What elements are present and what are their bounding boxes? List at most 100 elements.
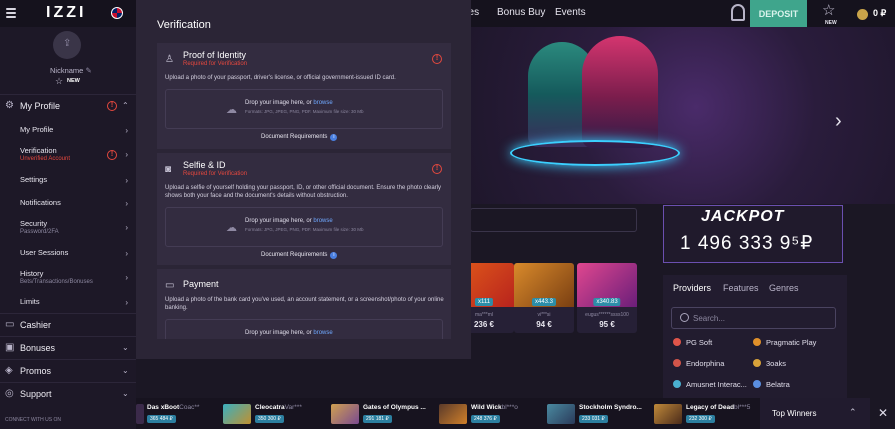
sidebar-item-limits[interactable]: Limits › [20,297,132,307]
wallet-icon: ▭ [5,319,15,330]
chevron-right-icon[interactable]: › [835,110,842,133]
winner-thumbnail [136,404,144,424]
drop-prompt: Drop your image here, or [245,330,314,336]
section-label: Cashier [20,320,52,330]
provider-item[interactable]: Amusnet Interac... [673,380,747,389]
jackpot-label: JACKPOT [701,208,785,225]
chevron-down-icon: ⌄ [122,389,129,398]
chevron-right-icon: › [125,273,128,282]
winner-user: Coac** [179,404,200,411]
provider-item[interactable]: Pragmatic Play [753,338,816,347]
credit-card-icon: ▭ [165,280,175,291]
game-search-input[interactable] [470,208,637,232]
tab-features[interactable]: Features [723,283,759,293]
avatar[interactable]: ⇪ [53,31,81,59]
winner-game-name: Cleocatra [255,404,285,411]
document-requirements-link[interactable]: Document Requirements i [261,134,338,141]
sidebar-section-cashier[interactable]: ▭ Cashier [0,314,136,336]
upload-dropzone[interactable]: ☁ Drop your image here, or browse [165,319,443,339]
provider-item[interactable]: Endorphina [673,359,724,368]
sidebar-item-notifications[interactable]: Notifications › [20,198,132,208]
sidebar-item-my-profile[interactable]: My Profile › [20,125,132,135]
camera-icon: ◙ [165,164,172,175]
language-flag-icon[interactable] [111,7,123,19]
nickname[interactable]: Nickname ✎ [50,66,92,75]
deposit-button[interactable]: DEPOSIT [750,0,807,27]
sidebar-item-security[interactable]: Security Password/2FA › [20,219,132,235]
provider-item[interactable]: PG Soft [673,338,712,347]
winner-item[interactable]: CleocatraVar*** 350 300 ₽ [223,404,328,424]
close-winners-button[interactable]: ✕ [870,398,895,429]
chevron-right-icon: › [125,249,128,258]
sidebar-item-verification[interactable]: Verification Unverified Account ! › [20,146,132,162]
sidebar-item-settings[interactable]: Settings › [20,175,132,185]
provider-item[interactable]: 3oaks [753,359,786,368]
winner-user: bl***5 [734,404,751,411]
alert-icon: ! [107,101,117,111]
item-label: Limits [20,297,40,306]
card-title: Proof of Identity [183,50,247,60]
item-sublabel: Bets/Transactions/Bonuses [20,279,93,285]
game-tile[interactable]: x340.83 eugus******ssss100 95 € [577,263,637,333]
multiplier-badge: x340.83 [593,298,621,306]
item-label: Settings [20,175,48,184]
balance[interactable]: 0 ₽ [873,8,886,19]
tab-genres[interactable]: Genres [769,283,799,293]
sidebar-section-bonuses[interactable]: ▣ Bonuses ⌄ [0,337,136,359]
drop-prompt: Drop your image here, or [245,100,314,106]
upload-dropzone[interactable]: ☁ Drop your image here, or browse Format… [165,207,443,247]
winner-item[interactable]: Wild Wickbl***o 248 376 ₽ [439,404,544,424]
edit-icon[interactable]: ✎ [85,66,91,75]
winner-thumbnail [223,404,251,424]
browse-link[interactable]: browse [313,218,332,224]
verification-modal: Verification ♙ Proof of Identity Require… [136,0,471,359]
sidebar-item-history[interactable]: History Bets/Transactions/Bonuses › [20,269,132,285]
star-icon[interactable]: ☆ [822,1,835,19]
tile-user: vi***si [537,312,551,318]
provider-label: PG Soft [686,338,713,347]
menu-icon[interactable] [6,8,16,18]
provider-label: Amusnet Interac... [686,380,747,389]
card-title: Selfie & ID [183,160,226,170]
sidebar-section-support[interactable]: ◎ Support ⌄ [0,383,136,405]
browse-link[interactable]: browse [313,330,332,336]
bell-icon[interactable] [731,4,745,21]
drop-formats: Formats: JPG, JPEG, PNG, PDF. Maximum fi… [245,227,364,232]
item-sublabel: Password/2FA [20,229,59,235]
tab-providers[interactable]: Providers [673,283,711,293]
cloud-upload-icon: ☁ [226,104,237,116]
winner-game: CleocatraVar*** [255,404,302,411]
sidebar-item-user-sessions[interactable]: User Sessions › [20,248,132,258]
card-status: Required for Verification [183,171,248,177]
top-winners-toggle[interactable]: Top Winners ⌃ [760,398,870,429]
nav-events[interactable]: Events [555,7,586,18]
chevron-up-icon: ⌃ [849,407,857,417]
winner-thumbnail [331,404,359,424]
upload-dropzone[interactable]: ☁ Drop your image here, or browse Format… [165,89,443,129]
provider-search-input[interactable]: Search... [671,307,836,329]
sidebar-section-my-profile[interactable]: ⚙ My Profile ! ⌃ [0,95,136,117]
browse-link[interactable]: browse [313,100,332,106]
megaphone-icon: ◈ [5,365,13,376]
chevron-right-icon: › [125,126,128,135]
provider-label: Endorphina [686,359,725,368]
game-tile[interactable]: x443.3 vi***si 94 € [514,263,574,333]
drop-text: Drop your image here, or browse [245,330,333,336]
drop-prompt: Drop your image here, or [245,218,314,224]
winner-item[interactable]: Legacy of Deadbl***5 232 300 ₽ [654,404,759,424]
provider-item[interactable]: Belatra [753,380,790,389]
winner-amount: 291 181 ₽ [363,415,392,423]
sidebar-section-promos[interactable]: ◈ Promos ⌄ [0,360,136,382]
alert-icon: ! [432,164,442,174]
winner-item[interactable]: Das xBootCoac** 365 484 ₽ [136,404,222,424]
tile-amount: 94 € [536,320,552,329]
winner-item[interactable]: Stockholm Syndro... 233 031 ₽ [547,404,652,424]
document-requirements-link[interactable]: Document Requirements i [261,252,338,259]
nav-bonus-buy[interactable]: Bonus Buy [497,7,545,18]
coin-icon [857,9,868,20]
logo[interactable]: IZZI [46,4,86,22]
chevron-down-icon: ⌄ [122,343,129,352]
winner-item[interactable]: Gates of Olympus ... 291 181 ₽ [331,404,436,424]
item-label: Notifications [20,198,61,207]
new-label: NEW [825,20,837,26]
